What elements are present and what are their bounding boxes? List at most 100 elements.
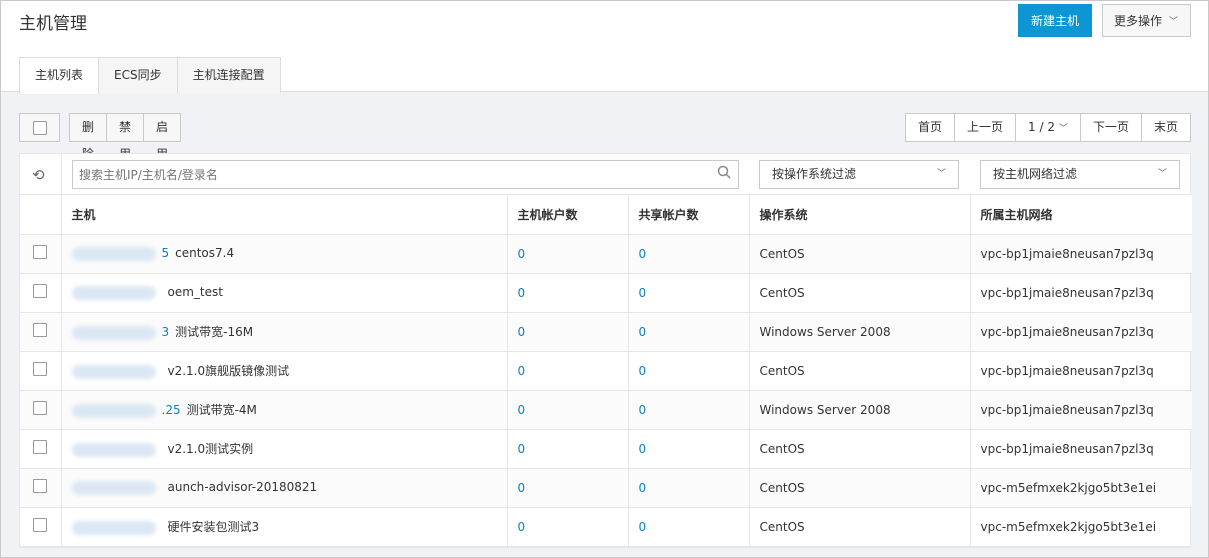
select-all-checkbox[interactable] (33, 121, 47, 135)
table-row[interactable]: aunch-advisor-20180821 0 0 CentOS vpc-m5efmx… (20, 468, 1192, 508)
row-checkbox-cell (20, 390, 61, 430)
table-row[interactable]: v2.1.0测试实例 0 0 CentOS vpc-bp1jmaie8neusan7pz… (20, 429, 1192, 469)
host-accounts-link[interactable]: 0 (506, 273, 628, 313)
column-header-shared-accounts: 共享帐户数 (627, 195, 749, 235)
refresh-icon[interactable]: ⟲ (32, 166, 45, 184)
host-cell: v2.1.0旗舰版镜像测试 (60, 351, 507, 391)
tab-host-connection-config[interactable]: 主机连接配置 (176, 57, 281, 93)
enable-button[interactable]: 启用 (143, 113, 182, 161)
search-icon[interactable] (717, 165, 731, 179)
redacted-ip (71, 480, 156, 495)
host-cell: 3 测试带宽-16M (60, 312, 507, 352)
tab-bar: 主机列表 ECS同步 主机连接配置 (19, 57, 281, 94)
shared-accounts-link[interactable]: 0 (627, 507, 749, 547)
table-row[interactable]: v2.1.0旗舰版镜像测试 0 0 CentOS vpc-bp1jmaie8neusan… (20, 351, 1192, 391)
host-table-panel: ⟲ 按操作系统过滤 ﹀ 按主机网络过滤 ﹀ 主机 主机帐户数 共享帐户数 操作系统 … (19, 153, 1192, 548)
tab-ecs-sync[interactable]: ECS同步 (98, 57, 178, 93)
table-row[interactable]: .25 测试带宽-4M 0 0 Windows Server 2008 vpc-bp1jm… (20, 390, 1192, 430)
divider (61, 154, 62, 195)
table-row[interactable]: 硬件安装包测试3 0 0 CentOS vpc-m5efmxek2kjgo5bt3e1e… (20, 507, 1192, 547)
row-checkbox[interactable] (33, 323, 47, 337)
tab-host-list[interactable]: 主机列表 (19, 57, 100, 94)
host-accounts-link[interactable]: 0 (506, 429, 628, 469)
host-cell: v2.1.0测试实例 (60, 429, 507, 469)
row-checkbox-cell (20, 507, 61, 547)
pagination: 首页 上一页 1 / 2 ﹀ 下一页 末页 (905, 113, 1192, 142)
next-page-button[interactable]: 下一页 (1080, 113, 1143, 142)
row-checkbox[interactable] (33, 245, 47, 259)
chevron-down-icon: ﹀ (1058, 124, 1068, 134)
table-header-row: 主机 主机帐户数 共享帐户数 操作系统 所属主机网络 (20, 195, 1192, 235)
host-accounts-link[interactable]: 0 (506, 468, 628, 508)
row-checkbox[interactable] (33, 518, 47, 532)
host-accounts-link[interactable]: 0 (506, 507, 628, 547)
network-cell: vpc-bp1jmaie8neusan7pzl3q (969, 429, 1192, 469)
row-checkbox[interactable] (33, 479, 47, 493)
host-cell: .25 测试带宽-4M (60, 390, 507, 430)
search-input[interactable] (72, 160, 739, 189)
network-cell: vpc-bp1jmaie8neusan7pzl3q (969, 234, 1192, 274)
network-cell: vpc-m5efmxek2kjgo5bt3e1ei (969, 468, 1192, 508)
row-checkbox[interactable] (33, 440, 47, 454)
table-row[interactable]: oem_test 0 0 CentOS vpc-bp1jmaie8neusan7pzl3… (20, 273, 1192, 313)
host-name: 测试带宽-4M (186, 403, 257, 417)
new-host-button[interactable]: 新建主机 (1018, 4, 1092, 37)
os-cell: Windows Server 2008 (748, 312, 970, 352)
action-button-group: 删除 禁用 启用 (69, 113, 182, 161)
last-page-button[interactable]: 末页 (1141, 113, 1192, 142)
os-cell: CentOS (748, 429, 970, 469)
select-all-button[interactable] (19, 113, 60, 142)
column-header-host: 主机 (60, 195, 507, 235)
host-cell: oem_test (60, 273, 507, 313)
network-filter-select[interactable]: 按主机网络过滤 ﹀ (980, 160, 1180, 189)
network-cell: vpc-bp1jmaie8neusan7pzl3q (969, 351, 1192, 391)
host-accounts-link[interactable]: 0 (506, 312, 628, 352)
more-actions-button[interactable]: 更多操作 ﹀ (1102, 4, 1191, 37)
shared-accounts-link[interactable]: 0 (627, 273, 749, 313)
shared-accounts-link[interactable]: 0 (627, 234, 749, 274)
table-row[interactable]: 3 测试带宽-16M 0 0 Windows Server 2008 vpc-bp1jma… (20, 312, 1192, 352)
first-page-button[interactable]: 首页 (905, 113, 956, 142)
os-cell: CentOS (748, 468, 970, 508)
os-cell: CentOS (748, 234, 970, 274)
redacted-ip (71, 520, 156, 535)
row-checkbox-cell (20, 273, 61, 313)
shared-accounts-link[interactable]: 0 (627, 351, 749, 391)
shared-accounts-link[interactable]: 0 (627, 468, 749, 508)
row-checkbox-cell (20, 312, 61, 352)
column-header-network: 所属主机网络 (969, 195, 1192, 235)
os-filter-label: 按操作系统过滤 (772, 167, 857, 181)
disable-button[interactable]: 禁用 (106, 113, 145, 161)
shared-accounts-link[interactable]: 0 (627, 312, 749, 352)
shared-accounts-link[interactable]: 0 (627, 429, 749, 469)
header-checkbox-cell (20, 195, 61, 235)
row-checkbox-cell (20, 429, 61, 469)
shared-accounts-link[interactable]: 0 (627, 390, 749, 430)
host-ip-suffix: .25 (161, 403, 181, 417)
row-checkbox[interactable] (33, 362, 47, 376)
row-checkbox-cell (20, 351, 61, 391)
redacted-ip (71, 364, 156, 379)
row-checkbox[interactable] (33, 401, 47, 415)
page-select[interactable]: 1 / 2 ﹀ (1015, 113, 1081, 142)
os-filter-select[interactable]: 按操作系统过滤 ﹀ (759, 160, 959, 189)
os-cell: Windows Server 2008 (748, 390, 970, 430)
network-cell: vpc-bp1jmaie8neusan7pzl3q (969, 390, 1192, 430)
delete-button[interactable]: 删除 (69, 113, 108, 161)
host-accounts-link[interactable]: 0 (506, 351, 628, 391)
filter-row: ⟲ 按操作系统过滤 ﹀ 按主机网络过滤 ﹀ (20, 154, 1190, 195)
host-name: v2.1.0测试实例 (167, 442, 254, 456)
host-accounts-link[interactable]: 0 (506, 390, 628, 430)
host-cell: 5 centos7.4 (60, 234, 507, 274)
host-name: oem_test (167, 285, 223, 300)
table-row[interactable]: 5 centos7.4 0 0 CentOS vpc-bp1jmaie8neusan7pz… (20, 234, 1192, 274)
row-checkbox[interactable] (33, 284, 47, 298)
prev-page-button[interactable]: 上一页 (954, 113, 1017, 142)
page-header: 主机管理 新建主机 更多操作 ﹀ 主机列表 ECS同步 主机连接配置 (1, 1, 1208, 94)
column-header-os: 操作系统 (748, 195, 970, 235)
host-name: v2.1.0旗舰版镜像测试 (167, 364, 290, 378)
host-name: centos7.4 (175, 246, 235, 261)
host-accounts-link[interactable]: 0 (506, 234, 628, 274)
page-indicator: 1 / 2 (1028, 120, 1055, 134)
redacted-ip (71, 403, 156, 418)
